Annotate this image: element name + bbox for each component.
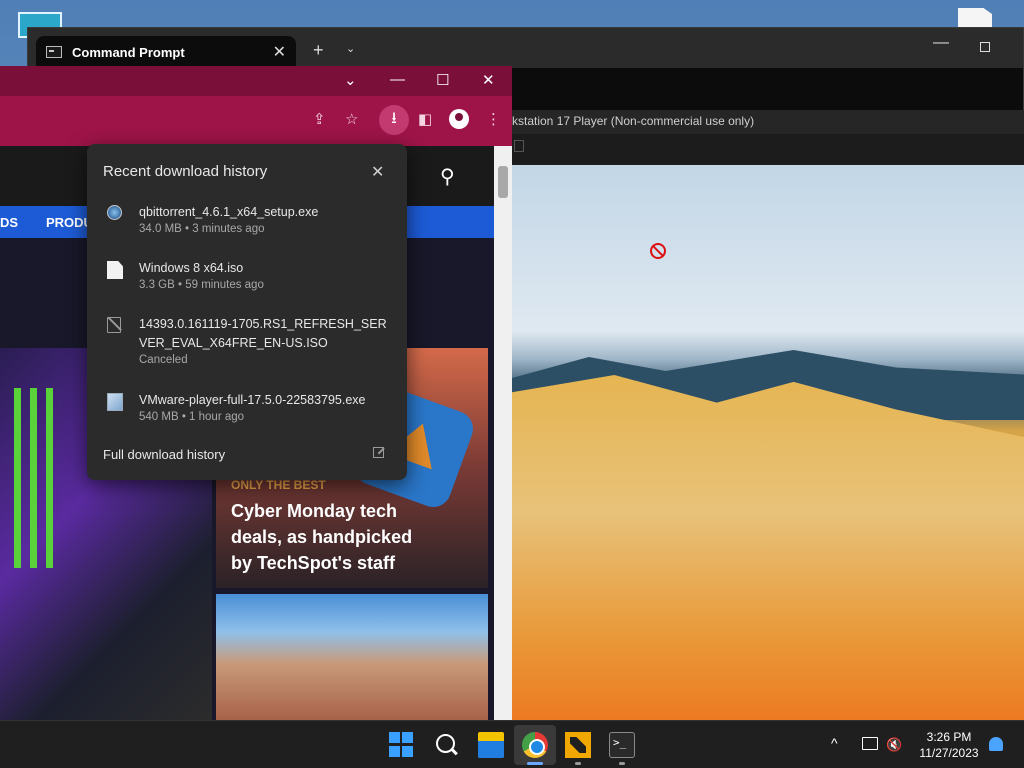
- tab-command-prompt[interactable]: Command Prompt ✕: [36, 36, 296, 68]
- full-download-history-link[interactable]: Full download history: [103, 447, 225, 462]
- vmware-title: kstation 17 Player (Non-commercial use o…: [512, 110, 1024, 134]
- popup-title: Recent download history: [103, 163, 268, 180]
- side-panel-icon[interactable]: ◧: [418, 110, 432, 128]
- chrome-toolbar: ⇪ ☆ ⭳ ◧ ⋮: [0, 96, 512, 146]
- file-icon: [107, 261, 123, 279]
- download-meta: Canceled: [139, 354, 188, 366]
- download-meta: 3.3 GB • 59 minutes ago: [139, 279, 264, 291]
- chrome-window: ⌄ — ☐ ✕ ⇪ ☆ ⭳ ◧ ⋮ ⚲ DS PRODU ONLY THE BE…: [0, 66, 512, 720]
- running-indicator: [619, 762, 625, 765]
- tab-search-chevron-icon[interactable]: ⌄: [344, 71, 357, 89]
- desktop-icon-file[interactable]: [958, 8, 992, 28]
- vmware-icon[interactable]: [565, 732, 591, 758]
- clock[interactable]: 3:26 PM 11/27/2023: [912, 729, 986, 761]
- taskbar: ^ 🔇 3:26 PM 11/27/2023: [0, 720, 1024, 768]
- bookmark-star-icon[interactable]: ☆: [345, 110, 358, 128]
- nav-item-products[interactable]: PRODU: [46, 215, 93, 230]
- download-history-popup: Recent download history ✕ qbittorrent_4.…: [87, 144, 407, 480]
- minimize-button[interactable]: —: [390, 71, 405, 88]
- clock-time: 3:26 PM: [926, 730, 972, 744]
- minimize-button[interactable]: —: [933, 34, 949, 52]
- network-icon[interactable]: [862, 737, 878, 750]
- terminal-tabbar: Command Prompt ✕ + ⌄ —: [28, 28, 1023, 68]
- close-button[interactable]: ✕: [482, 71, 495, 89]
- ram-stick: [30, 388, 37, 568]
- command-prompt-icon: [46, 46, 62, 58]
- page-scrollbar[interactable]: [494, 146, 512, 720]
- vmware-toolbar: [512, 134, 1024, 164]
- volume-muted-icon[interactable]: 🔇: [886, 737, 902, 752]
- show-hidden-icons-chevron[interactable]: ^: [831, 735, 838, 751]
- download-filename[interactable]: qbittorrent_4.6.1_x64_setup.exe: [139, 203, 389, 222]
- chrome-titlebar: ⌄ — ☐ ✕: [0, 66, 512, 96]
- open-external-icon[interactable]: [373, 447, 384, 458]
- profile-avatar-icon[interactable]: [449, 109, 469, 129]
- start-button[interactable]: [389, 732, 415, 758]
- download-filename[interactable]: VMware-player-full-17.5.0-22583795.exe: [139, 391, 389, 410]
- maximize-button[interactable]: ☐: [436, 71, 449, 89]
- article-image-card[interactable]: [216, 594, 488, 720]
- canceled-file-icon: [107, 317, 123, 335]
- chrome-icon[interactable]: [522, 732, 548, 758]
- nav-item-downloads[interactable]: DS: [0, 215, 18, 230]
- search-icon[interactable]: ⚲: [440, 164, 455, 189]
- vmware-toolbar-button[interactable]: [514, 140, 524, 152]
- download-icon[interactable]: ⭳: [379, 105, 409, 135]
- scrollbar-thumb[interactable]: [498, 166, 508, 198]
- qbittorrent-icon: [107, 205, 122, 220]
- maximize-button[interactable]: [980, 42, 990, 52]
- running-indicator: [575, 762, 581, 765]
- wallpaper-hills: [512, 375, 1024, 720]
- ram-stick: [46, 388, 53, 568]
- new-tab-button[interactable]: +: [313, 40, 324, 61]
- close-icon[interactable]: ✕: [273, 42, 286, 62]
- vm-display[interactable]: [512, 165, 1024, 720]
- share-icon[interactable]: ⇪: [313, 110, 326, 128]
- download-filename[interactable]: 14393.0.161119-1705.RS1_REFRESH_SERVER_E…: [139, 315, 389, 353]
- download-filename[interactable]: Windows 8 x64.iso: [139, 259, 389, 278]
- download-meta: 34.0 MB • 3 minutes ago: [139, 223, 265, 235]
- not-allowed-cursor-icon: [650, 243, 666, 259]
- file-explorer-icon[interactable]: [478, 732, 504, 758]
- vmware-player-window: kstation 17 Player (Non-commercial use o…: [512, 110, 1024, 720]
- ram-stick: [14, 388, 21, 568]
- download-meta: 540 MB • 1 hour ago: [139, 411, 245, 423]
- tab-title: Command Prompt: [72, 44, 185, 60]
- promo-kicker: ONLY THE BEST: [231, 478, 326, 492]
- search-icon[interactable]: [434, 732, 460, 758]
- installer-icon: [107, 393, 123, 411]
- promo-title[interactable]: Cyber Monday tech deals, as handpicked b…: [231, 498, 421, 576]
- terminal-icon[interactable]: [609, 732, 635, 758]
- running-indicator: [527, 762, 543, 765]
- clock-date: 11/27/2023: [919, 746, 979, 760]
- chevron-down-icon[interactable]: ⌄: [346, 42, 355, 55]
- notification-bell-icon[interactable]: [989, 737, 1003, 751]
- close-icon[interactable]: ✕: [371, 162, 384, 182]
- menu-kebab-icon[interactable]: ⋮: [486, 110, 501, 128]
